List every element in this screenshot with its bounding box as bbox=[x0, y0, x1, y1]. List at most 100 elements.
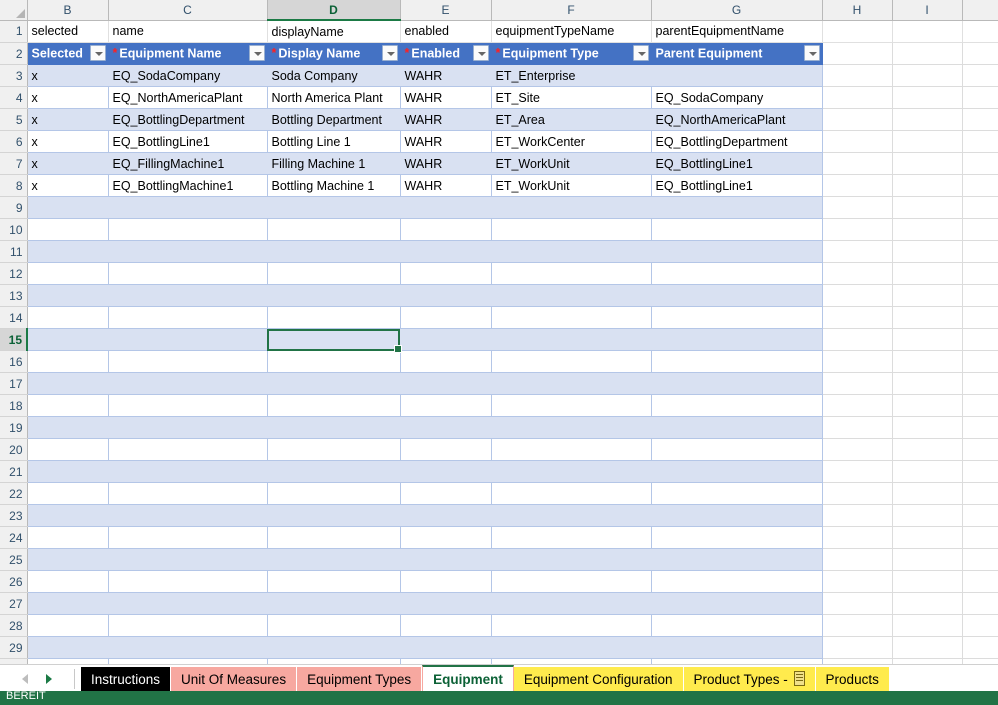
cell-G22[interactable] bbox=[651, 483, 822, 505]
cell-J11[interactable] bbox=[962, 241, 998, 263]
cell-C8[interactable]: EQ_BottlingMachine1 bbox=[108, 175, 267, 197]
cell-F25[interactable] bbox=[491, 549, 651, 571]
cell-B29[interactable] bbox=[27, 637, 108, 659]
cell-D27[interactable] bbox=[267, 593, 400, 615]
cell-J1[interactable] bbox=[962, 20, 998, 43]
field-name-E[interactable]: enabled bbox=[400, 20, 491, 43]
cell-D9[interactable] bbox=[267, 197, 400, 219]
cell-B14[interactable] bbox=[27, 307, 108, 329]
cell-B21[interactable] bbox=[27, 461, 108, 483]
cell-E26[interactable] bbox=[400, 571, 491, 593]
cell-C13[interactable] bbox=[108, 285, 267, 307]
cell-J12[interactable] bbox=[962, 263, 998, 285]
cell-E29[interactable] bbox=[400, 637, 491, 659]
cell-G28[interactable] bbox=[651, 615, 822, 637]
row-header-3[interactable]: 3 bbox=[0, 65, 27, 87]
cell-H9[interactable] bbox=[822, 197, 892, 219]
cell-F29[interactable] bbox=[491, 637, 651, 659]
cell-E6[interactable]: WAHR bbox=[400, 131, 491, 153]
cell-H29[interactable] bbox=[822, 637, 892, 659]
cell-D29[interactable] bbox=[267, 637, 400, 659]
sheet-tab-equipment-types[interactable]: Equipment Types bbox=[297, 667, 422, 692]
cell-B16[interactable] bbox=[27, 351, 108, 373]
sheet-tab-product-types[interactable]: Product Types - bbox=[684, 667, 816, 692]
cell-C9[interactable] bbox=[108, 197, 267, 219]
cell-D12[interactable] bbox=[267, 263, 400, 285]
cell-J19[interactable] bbox=[962, 417, 998, 439]
column-header-J[interactable] bbox=[962, 0, 998, 20]
cell-G10[interactable] bbox=[651, 219, 822, 241]
cell-B11[interactable] bbox=[27, 241, 108, 263]
cell-I24[interactable] bbox=[892, 527, 962, 549]
cell-J22[interactable] bbox=[962, 483, 998, 505]
cell-D21[interactable] bbox=[267, 461, 400, 483]
cell-E8[interactable]: WAHR bbox=[400, 175, 491, 197]
column-header-G[interactable]: G bbox=[651, 0, 822, 20]
cell-C16[interactable] bbox=[108, 351, 267, 373]
cell-H2[interactable] bbox=[822, 43, 892, 65]
cell-H15[interactable] bbox=[822, 329, 892, 351]
cell-I4[interactable] bbox=[892, 87, 962, 109]
cell-J26[interactable] bbox=[962, 571, 998, 593]
cell-G26[interactable] bbox=[651, 571, 822, 593]
cell-C12[interactable] bbox=[108, 263, 267, 285]
cell-C3[interactable]: EQ_SodaCompany bbox=[108, 65, 267, 87]
cell-J16[interactable] bbox=[962, 351, 998, 373]
cell-E12[interactable] bbox=[400, 263, 491, 285]
cell-C26[interactable] bbox=[108, 571, 267, 593]
cell-E25[interactable] bbox=[400, 549, 491, 571]
cell-J5[interactable] bbox=[962, 109, 998, 131]
cell-C6[interactable]: EQ_BottlingLine1 bbox=[108, 131, 267, 153]
cell-B23[interactable] bbox=[27, 505, 108, 527]
cell-C29[interactable] bbox=[108, 637, 267, 659]
row-header-4[interactable]: 4 bbox=[0, 87, 27, 109]
cell-F27[interactable] bbox=[491, 593, 651, 615]
cell-J4[interactable] bbox=[962, 87, 998, 109]
column-header-F[interactable]: F bbox=[491, 0, 651, 20]
cell-B24[interactable] bbox=[27, 527, 108, 549]
cell-B26[interactable] bbox=[27, 571, 108, 593]
cell-E5[interactable]: WAHR bbox=[400, 109, 491, 131]
row-header-10[interactable]: 10 bbox=[0, 219, 27, 241]
cell-H1[interactable] bbox=[822, 20, 892, 43]
cell-C17[interactable] bbox=[108, 373, 267, 395]
cell-F3[interactable]: ET_Enterprise bbox=[491, 65, 651, 87]
filter-dropdown-button-E[interactable] bbox=[473, 45, 489, 61]
cell-C10[interactable] bbox=[108, 219, 267, 241]
cell-C21[interactable] bbox=[108, 461, 267, 483]
cell-F4[interactable]: ET_Site bbox=[491, 87, 651, 109]
cell-D26[interactable] bbox=[267, 571, 400, 593]
cell-G16[interactable] bbox=[651, 351, 822, 373]
cell-B25[interactable] bbox=[27, 549, 108, 571]
cell-C15[interactable] bbox=[108, 329, 267, 351]
cell-E17[interactable] bbox=[400, 373, 491, 395]
cell-I22[interactable] bbox=[892, 483, 962, 505]
cell-G3[interactable] bbox=[651, 65, 822, 87]
table-header-C[interactable]: *Equipment Name bbox=[108, 43, 267, 65]
cell-B8[interactable]: x bbox=[27, 175, 108, 197]
filter-dropdown-button-F[interactable] bbox=[633, 45, 649, 61]
field-name-D[interactable]: displayName bbox=[267, 20, 400, 43]
cell-J14[interactable] bbox=[962, 307, 998, 329]
sheet-tab-equipment[interactable]: Equipment bbox=[422, 665, 514, 692]
cell-I17[interactable] bbox=[892, 373, 962, 395]
cell-D4[interactable]: North America Plant bbox=[267, 87, 400, 109]
cell-C5[interactable]: EQ_BottlingDepartment bbox=[108, 109, 267, 131]
cell-G23[interactable] bbox=[651, 505, 822, 527]
triangle-left-icon[interactable] bbox=[22, 674, 28, 684]
cell-D22[interactable] bbox=[267, 483, 400, 505]
cell-G4[interactable]: EQ_SodaCompany bbox=[651, 87, 822, 109]
cell-G15[interactable] bbox=[651, 329, 822, 351]
cell-H26[interactable] bbox=[822, 571, 892, 593]
cell-G18[interactable] bbox=[651, 395, 822, 417]
cell-I16[interactable] bbox=[892, 351, 962, 373]
row-header-28[interactable]: 28 bbox=[0, 615, 27, 637]
cell-B20[interactable] bbox=[27, 439, 108, 461]
cell-C27[interactable] bbox=[108, 593, 267, 615]
cell-E20[interactable] bbox=[400, 439, 491, 461]
row-header-18[interactable]: 18 bbox=[0, 395, 27, 417]
cell-F12[interactable] bbox=[491, 263, 651, 285]
cell-C20[interactable] bbox=[108, 439, 267, 461]
cell-B28[interactable] bbox=[27, 615, 108, 637]
cell-H13[interactable] bbox=[822, 285, 892, 307]
